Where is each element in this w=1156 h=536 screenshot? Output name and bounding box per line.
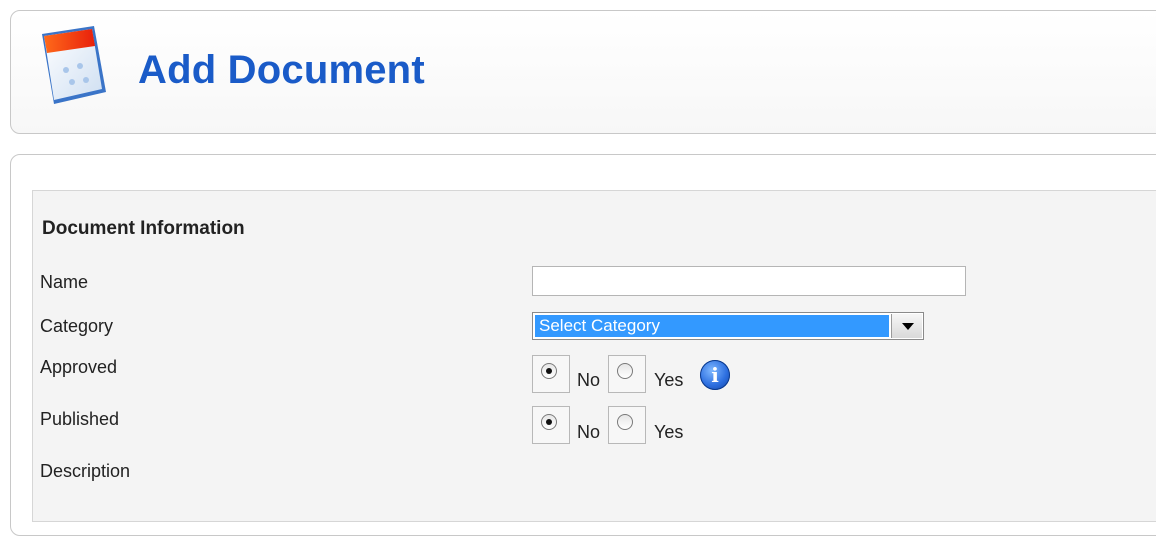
published-yes-label: Yes	[654, 422, 684, 442]
published-no-label: No	[577, 422, 601, 442]
document-add-icon	[42, 26, 106, 104]
page-title: Add Document	[138, 48, 425, 92]
radio-unchecked-icon	[617, 363, 633, 379]
category-selected-value: Select Category	[535, 315, 889, 337]
category-label: Category	[40, 316, 114, 336]
published-label: Published	[40, 409, 120, 429]
approved-yes-label: Yes	[654, 370, 684, 390]
info-icon[interactable]: i	[700, 360, 730, 390]
name-label: Name	[40, 272, 89, 292]
radio-checked-icon	[541, 363, 557, 379]
radio-checked-icon	[541, 414, 557, 430]
approved-yes-radio[interactable]	[608, 355, 646, 393]
published-yes-radio[interactable]	[608, 406, 646, 444]
description-label: Description	[40, 461, 131, 481]
chevron-down-icon[interactable]	[891, 314, 922, 338]
name-input[interactable]	[532, 266, 966, 296]
section-title: Document Information	[42, 218, 245, 239]
approved-label: Approved	[40, 357, 118, 377]
approved-no-radio[interactable]	[532, 355, 570, 393]
category-select[interactable]: Select Category	[532, 312, 924, 340]
radio-unchecked-icon	[617, 414, 633, 430]
published-no-radio[interactable]	[532, 406, 570, 444]
approved-no-label: No	[577, 370, 601, 390]
